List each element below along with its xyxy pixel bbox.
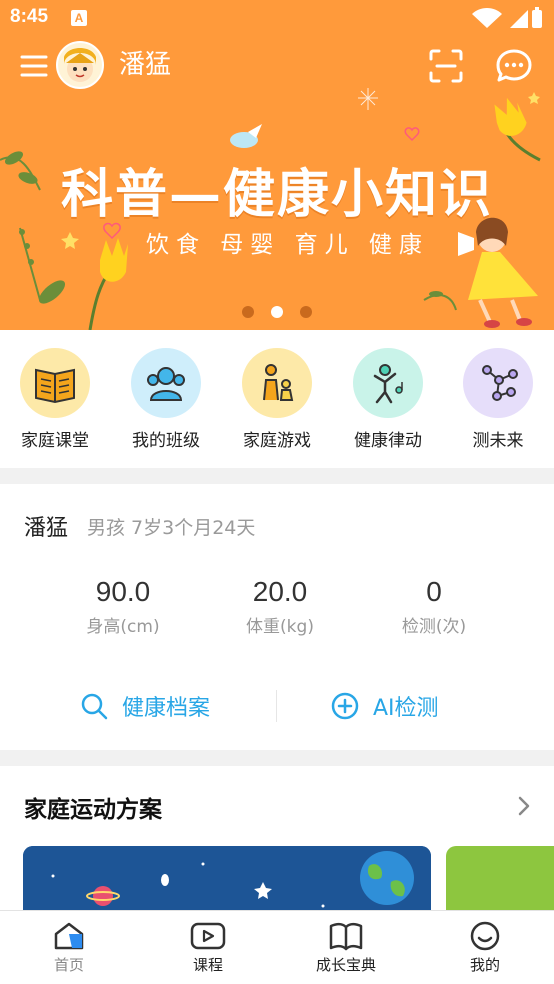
scan-icon[interactable] [428, 48, 464, 84]
family-exercise-plan-section: 家庭运动方案 [0, 766, 554, 926]
nav-label: 课程 [192, 956, 223, 974]
plus-circle-icon [331, 692, 359, 720]
stat-value: 90.0 [95, 576, 151, 607]
a-icon: A [71, 10, 87, 26]
avatar[interactable] [56, 41, 104, 89]
carousel-dot[interactable] [300, 306, 313, 318]
carousel-dot-active[interactable] [271, 306, 283, 318]
system-status-icons [472, 7, 542, 28]
quick-entry-label: 家庭课堂 [21, 431, 89, 451]
child-meta: 男孩 7岁3个月24天 [87, 517, 256, 539]
quick-entry-family-game[interactable]: 家庭游戏 [222, 348, 332, 451]
banner-subtitle: 饮食 母婴 育儿 健康 [146, 232, 429, 258]
health-record-button[interactable]: 健康档案 [80, 682, 210, 730]
quick-entry-row: 家庭课堂 我的班级 家庭游戏 健康律动 测未来 [0, 330, 554, 468]
nav-tab-mine[interactable]: 我的 [435, 921, 535, 975]
nav-label: 首页 [53, 956, 84, 974]
wifi-icon [472, 8, 502, 28]
signal-icon [510, 10, 528, 28]
network-icon [463, 348, 533, 418]
ai-test-label: AI检测 [373, 696, 439, 721]
battery-icon [532, 10, 542, 28]
quick-entry-label: 我的班级 [132, 431, 200, 451]
parent-child-icon [242, 348, 312, 418]
stat-value: 20.0 [252, 576, 308, 607]
stat-test-count: 0 检测(次) [354, 576, 514, 637]
top-bar: 潘猛 [0, 38, 554, 94]
stat-value: 0 [426, 576, 442, 607]
search-icon [81, 693, 108, 720]
actions-divider [276, 690, 277, 722]
message-icon[interactable] [495, 47, 533, 85]
nav-tab-home[interactable]: 首页 [19, 921, 119, 975]
stat-label: 身高(cm) [86, 617, 160, 637]
stat-height: 90.0 身高(cm) [43, 576, 203, 637]
health-record-label: 健康档案 [122, 696, 211, 721]
nav-tab-growth-guide[interactable]: 成长宝典 [296, 921, 396, 975]
status-time: 8:45 [10, 6, 49, 27]
nav-tab-course[interactable]: 课程 [158, 921, 258, 975]
stat-label: 体重(kg) [246, 617, 314, 637]
quick-entry-label: 健康律动 [354, 431, 422, 451]
dance-icon [353, 348, 423, 418]
chevron-right-icon[interactable] [514, 794, 534, 818]
home-icon [54, 922, 84, 950]
bottom-navigation: 首页 课程 成长宝典 我的 [0, 910, 554, 984]
status-bar: 8:45 A [0, 0, 554, 36]
book-open-icon [329, 922, 363, 951]
section-title: 家庭运动方案 [24, 797, 162, 823]
stat-label: 检测(次) [401, 617, 467, 637]
carousel-dot[interactable] [241, 306, 254, 318]
quick-entry-label: 家庭游戏 [243, 431, 311, 451]
group-icon [131, 348, 201, 418]
stat-weight: 20.0 体重(kg) [200, 576, 360, 637]
quick-entry-label: 测未来 [472, 431, 524, 451]
book-icon [20, 348, 90, 418]
quick-entry-future-test[interactable]: 测未来 [443, 348, 553, 451]
banner-title: 科普—健康小知识 [60, 164, 493, 225]
child-profile-card: 潘猛 男孩 7岁3个月24天 90.0 身高(cm) 20.0 体重(kg) 0… [0, 484, 554, 750]
quick-entry-my-class[interactable]: 我的班级 [111, 348, 221, 451]
quick-entry-family-class[interactable]: 家庭课堂 [0, 348, 110, 451]
ai-test-button[interactable]: AI检测 [331, 682, 439, 730]
nav-label: 成长宝典 [315, 956, 376, 974]
child-name: 潘猛 [24, 516, 69, 541]
menu-icon[interactable] [20, 52, 48, 80]
nav-label: 我的 [469, 956, 500, 974]
quick-entry-health-rhythm[interactable]: 健康律动 [333, 348, 443, 451]
carousel-indicator [0, 303, 554, 322]
play-icon [190, 922, 226, 950]
profile-actions: 健康档案 AI检测 [0, 682, 554, 730]
smile-icon [470, 921, 500, 951]
app-screen: 8:45 A 潘猛 科普—健康小知识 饮食 母婴 育儿 健康 家庭课堂 我的班级… [0, 0, 554, 984]
header-username[interactable]: 潘猛 [119, 48, 171, 82]
avatar-face-icon [58, 43, 102, 87]
banner-carousel[interactable]: 8:45 A 潘猛 科普—健康小知识 饮食 母婴 育儿 健康 [0, 0, 554, 330]
